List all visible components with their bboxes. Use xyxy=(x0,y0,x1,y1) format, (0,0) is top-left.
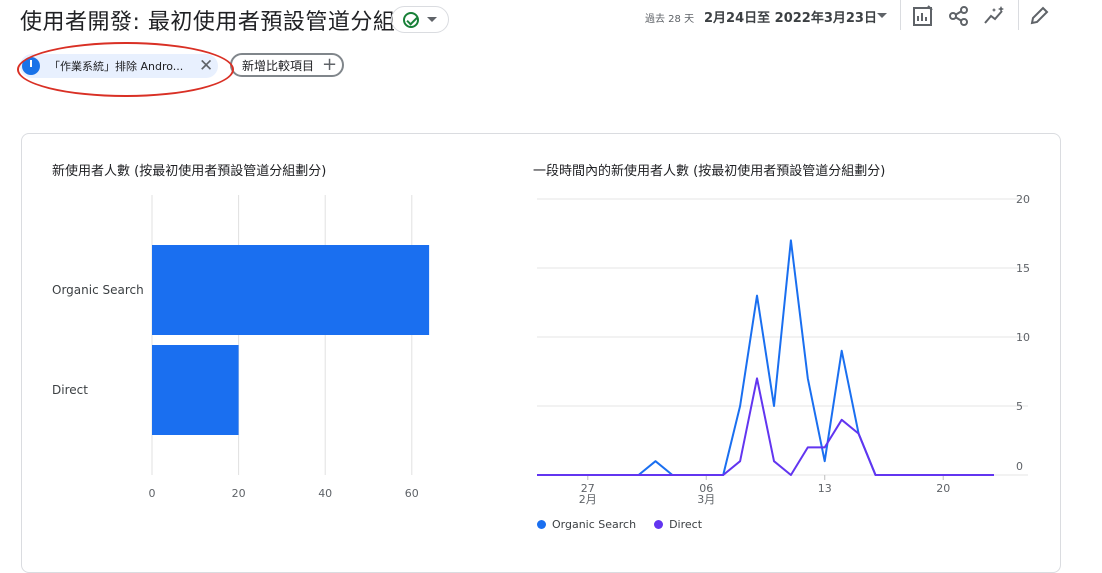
x-tick-label: 20 xyxy=(936,482,950,495)
y-tick-label: 10 xyxy=(1016,331,1030,344)
x-tick-label: 13 xyxy=(818,482,832,495)
y-tick-label: 0 xyxy=(1016,460,1023,473)
legend-marker-organic xyxy=(537,520,546,529)
legend-label-direct: Direct xyxy=(669,518,703,531)
series-line-organic-search xyxy=(537,239,994,476)
series-line-direct xyxy=(537,377,994,476)
line-chart-legend: Organic Search Direct xyxy=(537,518,702,531)
y-tick-label: 5 xyxy=(1016,400,1023,413)
y-tick-label: 15 xyxy=(1016,262,1030,275)
x-tick-month-label: 2月 xyxy=(579,493,597,506)
x-tick-month-label: 3月 xyxy=(697,493,715,506)
legend-label-organic: Organic Search xyxy=(552,518,637,531)
legend-marker-direct xyxy=(654,520,664,529)
y-tick-label: 20 xyxy=(1016,193,1030,206)
line-chart: 05101520272月063月13 20 xyxy=(537,193,1030,506)
